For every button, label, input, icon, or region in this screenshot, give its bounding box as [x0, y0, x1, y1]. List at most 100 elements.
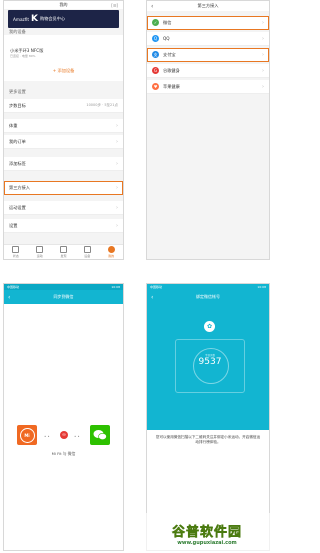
connector-dots: •• — [74, 434, 81, 439]
tab-status[interactable]: 状态 — [4, 245, 28, 259]
carrier: 中国移动 — [150, 285, 163, 289]
device-icon — [83, 246, 91, 253]
profile-screen: 我的 [☰] Amazfit K 购物会员中心 我的设备 小米手环3 NFC版 … — [3, 0, 124, 260]
chevron-right-icon: › — [116, 222, 118, 229]
chevron-right-icon: › — [116, 184, 118, 191]
tab-label: 设备 — [84, 254, 91, 258]
device-card[interactable]: 小米手环3 NFC版 已连接 · 电量 80% + 添加设备 — [4, 35, 123, 81]
item-apple-health[interactable]: ♥ 苹果健康 › — [147, 80, 269, 94]
promo-banner[interactable]: Amazfit K 购物会员中心 — [8, 10, 119, 28]
link-icon: ∞ — [60, 431, 68, 439]
banner-brand: Amazfit — [13, 16, 29, 22]
page-title: 绑定微信帐号 — [196, 294, 220, 299]
banner-text: 购物会员中心 — [39, 16, 66, 21]
watermark: 谷普软件园 www.gupuxiazai.com — [142, 513, 272, 553]
device-status: 已连接 · 电量 80% — [10, 54, 36, 58]
bottom-tab-bar: 状态 运动 发现 设备 我的 — [4, 244, 123, 259]
sport-icon — [36, 246, 44, 253]
mi-icon: Mi — [19, 427, 35, 443]
carrier: 中国移动 — [7, 285, 20, 289]
chevron-right-icon: › — [116, 122, 118, 129]
add-device-button[interactable]: + 添加设备 — [4, 68, 123, 74]
item-label: 谷歌健身 — [163, 67, 180, 73]
back-arrow-icon[interactable]: ‹ — [151, 294, 153, 301]
page-title: 同步到微信 — [53, 294, 74, 299]
row-tags[interactable]: 添加标签 › — [4, 157, 123, 171]
instruction-text: 您可以使用微信扫描以下二维码关注并绑定小米运动，开启微信运动排行榜体验。 — [155, 435, 261, 444]
row-sport-settings[interactable]: 运动设置 › — [4, 201, 123, 215]
watermark-url: www.gupuxiazai.com — [177, 539, 237, 546]
menu-icon[interactable]: [☰] — [111, 3, 118, 8]
row-label: 添加标签 — [9, 160, 26, 166]
discover-icon — [59, 246, 67, 253]
status-icon — [12, 246, 20, 253]
tab-sport[interactable]: 运动 — [28, 245, 52, 259]
item-label: 支付宝 — [163, 51, 176, 57]
row-label: 步数目标 — [9, 102, 26, 108]
top-bar: 我的 [☰] — [4, 1, 123, 9]
chevron-right-icon: › — [262, 51, 264, 58]
chevron-right-icon: › — [116, 204, 118, 211]
mi-fit-logo: Mi — [17, 425, 37, 445]
tab-label: 运动 — [36, 254, 43, 258]
wechat-icon: ✓ — [152, 19, 159, 26]
sync-wechat-screen: 中国移动 10:08 ‹ 同步到微信 Mi •• ∞ •• Mi Fit 与 微… — [3, 283, 124, 551]
row-label: 体重 — [9, 122, 18, 128]
tab-discover[interactable]: 发现 — [52, 245, 76, 259]
tab-device[interactable]: 设备 — [75, 245, 99, 259]
item-wechat[interactable]: ✓ 微信 › — [147, 16, 269, 30]
chevron-right-icon: › — [116, 138, 118, 145]
chevron-right-icon: › — [262, 83, 264, 90]
chevron-right-icon: › — [116, 160, 118, 167]
apple-health-icon: ♥ — [152, 83, 159, 90]
tab-label: 状态 — [12, 254, 19, 258]
item-label: 苹果健康 — [163, 83, 180, 89]
row-settings[interactable]: 设置 › — [4, 219, 123, 233]
back-arrow-icon[interactable]: ‹ — [8, 294, 10, 301]
row-third-party[interactable]: 第三方接入 › — [4, 181, 123, 195]
section-more: 更多设置 — [9, 89, 26, 94]
profile-icon — [107, 246, 115, 253]
nav-bar: ‹ 绑定微信帐号 — [147, 290, 269, 304]
link-caption: Mi Fit 与 微信 — [51, 451, 76, 456]
qq-icon: Q — [152, 35, 159, 42]
page-title: 第三方接入 — [197, 3, 219, 8]
tab-mine[interactable]: 我的 — [99, 245, 123, 259]
wechat-sport-icon: ✿ — [204, 321, 215, 332]
watermark-title: 谷普软件园 — [171, 524, 242, 540]
wechat-bubbles-icon — [93, 430, 107, 441]
third-party-screen: ‹ 第三方接入 ✓ 微信 › Q QQ › 支 支付宝 › G 谷歌健身 › ♥… — [146, 0, 270, 260]
nav-bar: ‹ 同步到微信 — [4, 290, 123, 304]
row-label: 运动设置 — [9, 204, 26, 210]
banner-k: K — [31, 14, 38, 24]
row-label: 设置 — [9, 222, 18, 228]
row-weight[interactable]: 体重 › — [4, 119, 123, 133]
row-orders[interactable]: 我的订单 › — [4, 135, 123, 149]
wechat-logo — [90, 425, 110, 445]
row-step-goal[interactable]: 步数目标 10000步 · 5至21点 — [4, 99, 123, 113]
tab-label: 发现 — [60, 254, 67, 258]
item-google-fit[interactable]: G 谷歌健身 › — [147, 64, 269, 78]
steps-count: 9537 — [198, 357, 222, 367]
header-area: 中国移动 10:08 ‹ 绑定微信帐号 ✿ 今日步数 9537 — [147, 284, 269, 430]
chevron-right-icon: › — [262, 35, 264, 42]
row-label: 第三方接入 — [9, 184, 30, 190]
row-label: 我的订单 — [9, 138, 26, 144]
page-title: 我的 — [59, 2, 68, 7]
alipay-icon: 支 — [152, 51, 159, 58]
item-label: QQ — [163, 36, 170, 41]
bind-wechat-screen: 中国移动 10:08 ‹ 绑定微信帐号 ✿ 今日步数 9537 您可以使用微信扫… — [146, 283, 270, 551]
clock: 10:08 — [257, 285, 266, 289]
clock: 10:08 — [111, 285, 120, 289]
item-label: 微信 — [163, 19, 172, 25]
nav-bar: ‹ 第三方接入 — [147, 1, 269, 11]
google-fit-icon: G — [152, 67, 159, 74]
chevron-right-icon: › — [262, 67, 264, 74]
item-qq[interactable]: Q QQ › — [147, 32, 269, 46]
tab-label: 我的 — [108, 254, 115, 258]
chevron-right-icon: › — [262, 19, 264, 26]
connector-dots: •• — [44, 434, 51, 439]
row-value: 10000步 · 5至21点 — [86, 103, 118, 107]
back-arrow-icon[interactable]: ‹ — [151, 3, 153, 10]
item-alipay[interactable]: 支 支付宝 › — [147, 48, 269, 62]
